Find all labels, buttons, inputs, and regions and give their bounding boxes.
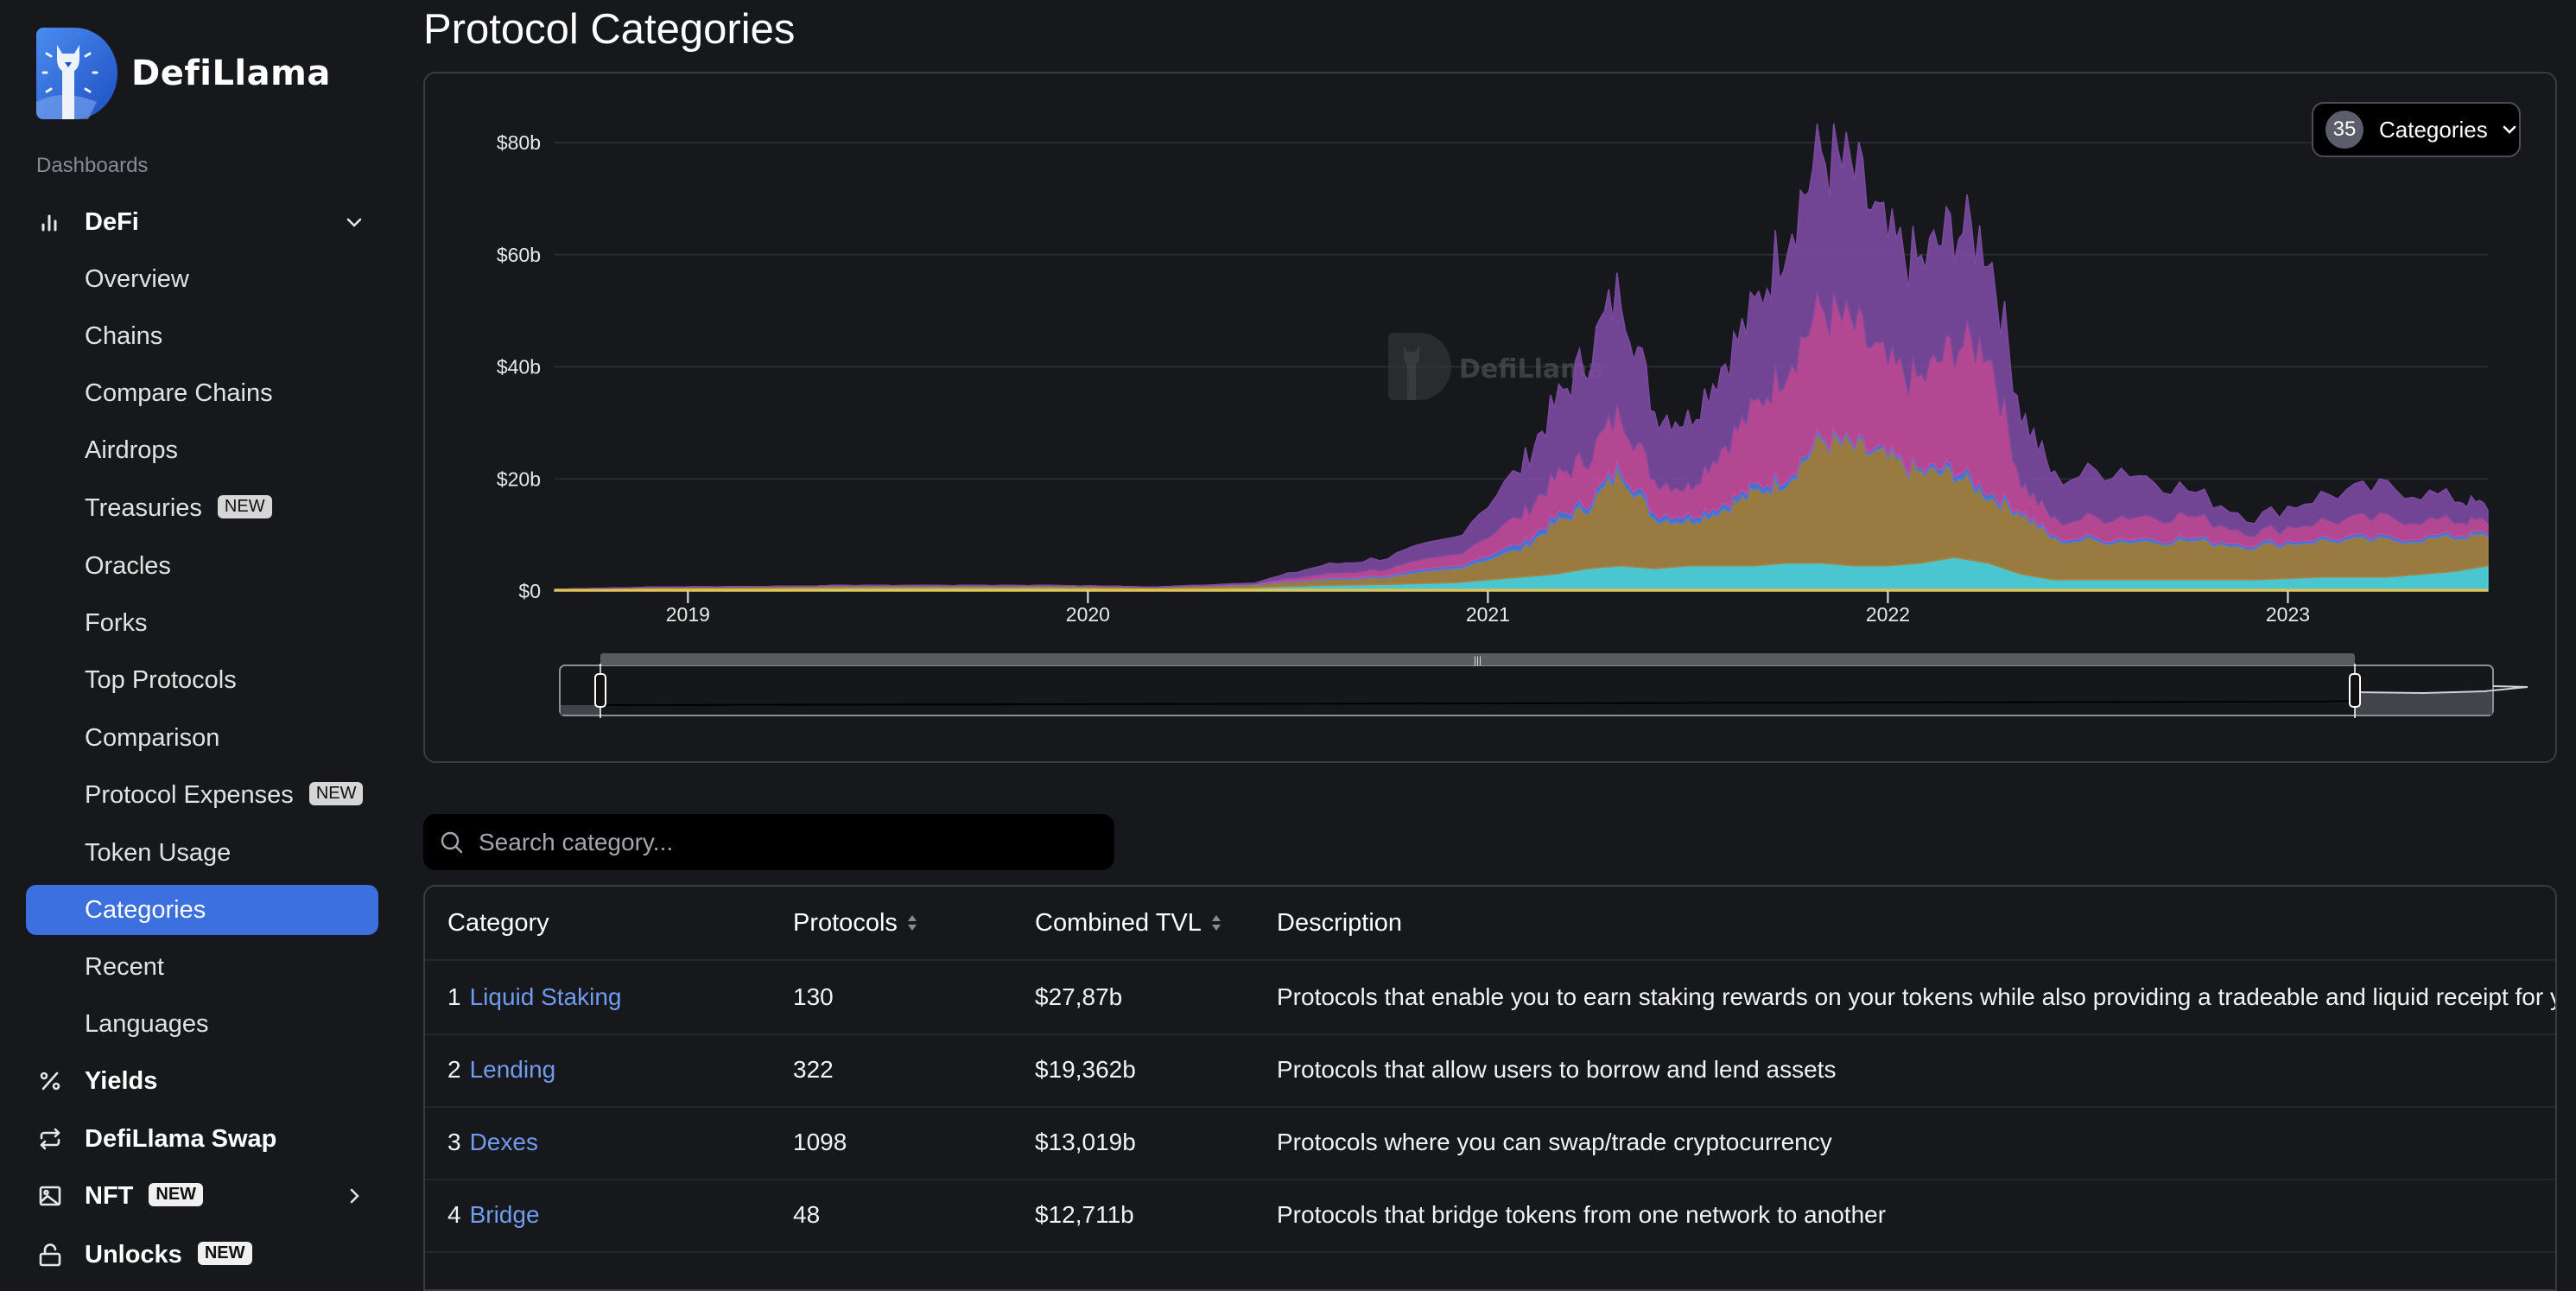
y-tick-label: $20b <box>497 467 541 490</box>
header-label: Description <box>1277 908 1403 937</box>
search-category-field[interactable] <box>423 814 1114 870</box>
categories-table: Category Protocols Combined TVL Descript… <box>423 885 2557 1291</box>
sidebar-item-categories[interactable]: Categories <box>26 885 378 935</box>
sidebar-item-label: Yields <box>85 1066 158 1095</box>
sidebar-item-label: DefiLlama Swap <box>85 1124 277 1153</box>
protocols-count: 130 <box>793 983 834 1010</box>
sidebar-item-label: Protocol Expenses <box>85 780 294 809</box>
sidebar-item-nft[interactable]: NFT NEW <box>26 1171 378 1221</box>
x-tick-label: 2021 <box>1466 603 1510 626</box>
category-link[interactable]: Bridge <box>470 1201 540 1229</box>
rank: 2 <box>447 1056 461 1083</box>
percent-icon <box>36 1067 64 1095</box>
column-header-combined-tvl[interactable]: Combined TVL <box>1035 887 1222 959</box>
sidebar-item-token-usage[interactable]: Token Usage <box>26 828 378 878</box>
sort-icon <box>907 915 917 931</box>
slider-start-handle[interactable] <box>594 673 606 708</box>
slider-track <box>559 665 2494 716</box>
sidebar-item-label: Recent <box>85 952 164 981</box>
categories-selector-button[interactable]: 35 Categories <box>2312 102 2521 157</box>
chevron-right-icon[interactable] <box>342 1184 366 1208</box>
rank: 4 <box>447 1201 461 1228</box>
x-tick-label: 2023 <box>2266 603 2310 626</box>
sidebar-item-unlocks[interactable]: Unlocks NEW <box>26 1230 378 1280</box>
header-label: Combined TVL <box>1035 908 1202 937</box>
selected-categories-count: 35 <box>2325 111 2363 149</box>
slider-unselected-area <box>2355 692 2492 715</box>
category-link[interactable]: Dexes <box>470 1129 538 1156</box>
slider-end-handle[interactable] <box>2349 673 2361 708</box>
unlock-icon <box>36 1241 64 1269</box>
sort-icon <box>1211 915 1221 931</box>
description: Protocols that bridge tokens from one ne… <box>1277 1201 1887 1228</box>
sidebar-item-label: Token Usage <box>85 838 232 867</box>
defillama-watermark-icon <box>1388 333 1451 400</box>
combined-tvl: $27,87b <box>1035 983 1123 1010</box>
rank: 3 <box>447 1129 461 1155</box>
table-row: 2 Lending 322 $19,362b Protocols that all… <box>425 1033 2555 1108</box>
combined-tvl: $12,711b <box>1035 1201 1134 1228</box>
protocols-count: 1098 <box>793 1129 847 1155</box>
image-icon <box>36 1182 64 1210</box>
category-cell: 1 Liquid Staking <box>447 961 621 1033</box>
new-badge: NEW <box>149 1183 204 1207</box>
protocols-count: 48 <box>793 1201 821 1228</box>
sidebar-item-recent[interactable]: Recent <box>26 942 378 992</box>
sidebar-item-defillama-swap[interactable]: DefiLlama Swap <box>26 1114 378 1164</box>
sidebar-item-label: NFT <box>85 1181 134 1210</box>
sidebar-item-label: Unlocks <box>85 1240 182 1269</box>
table-row: 4 Bridge 48 $12,711b Protocols that bridg… <box>425 1179 2555 1253</box>
sidebar-item-yields[interactable]: Yields <box>26 1056 378 1106</box>
search-input[interactable] <box>477 827 1085 857</box>
categories-selector-label: Categories <box>2379 116 2488 143</box>
new-badge: NEW <box>308 782 364 806</box>
combined-tvl: $13,019b <box>1035 1129 1136 1155</box>
y-tick-label: $0 <box>518 580 541 602</box>
combined-tvl: $19,362b <box>1035 1056 1136 1083</box>
x-tick-label: 2022 <box>1866 603 1910 626</box>
tvl-stacked-area-chart: DefiLlama $0$20b$40b$60b$80b2019 2020 2021… <box>497 124 2528 718</box>
description: Protocols that enable you to earn stakin… <box>1277 983 2555 1010</box>
x-tick-label: 2019 <box>666 603 710 626</box>
protocols-count: 322 <box>793 1056 834 1083</box>
table-row: 1 Liquid Staking 130 $27,87b Protocols th… <box>425 961 2555 1035</box>
sidebar-item-languages[interactable]: Languages <box>26 999 378 1049</box>
description: Protocols where you can swap/trade crypt… <box>1277 1129 1832 1155</box>
table-row: 3 Dexes 1098 $13,019b Protocols where you… <box>425 1106 2555 1180</box>
chevron-down-icon <box>2503 125 2516 134</box>
slider-unselected-area <box>561 705 600 715</box>
header-label: Category <box>447 908 549 937</box>
category-cell: 3 Dexes <box>447 1106 538 1179</box>
category-cell: 2 Lending <box>447 1033 555 1106</box>
column-header-category: Category <box>447 887 549 959</box>
slider-grip-icon: ||| <box>1474 654 1482 666</box>
search-icon <box>441 831 463 853</box>
new-badge: NEW <box>197 1242 252 1266</box>
sidebar-item-label: Languages <box>85 1009 209 1038</box>
column-header-description: Description <box>1277 887 1402 959</box>
category-cell: 4 Bridge <box>447 1179 540 1251</box>
description: Protocols that allow users to borrow and… <box>1277 1056 1837 1083</box>
x-tick-label: 2020 <box>1066 603 1110 626</box>
sidebar-item-label: Categories <box>85 895 206 924</box>
table-header-row: Category Protocols Combined TVL Descript… <box>425 887 2555 961</box>
header-label: Protocols <box>793 908 898 937</box>
category-link[interactable]: Liquid Staking <box>470 983 622 1011</box>
date-range-slider[interactable]: ||| <box>559 653 2528 718</box>
column-header-protocols[interactable]: Protocols <box>793 887 918 959</box>
swap-arrows-icon <box>36 1125 64 1153</box>
rank: 1 <box>447 983 461 1010</box>
y-tick-label: $40b <box>497 356 541 378</box>
category-link[interactable]: Lending <box>470 1056 556 1084</box>
y-tick-label: $80b <box>497 131 541 154</box>
y-tick-label: $60b <box>497 244 541 266</box>
